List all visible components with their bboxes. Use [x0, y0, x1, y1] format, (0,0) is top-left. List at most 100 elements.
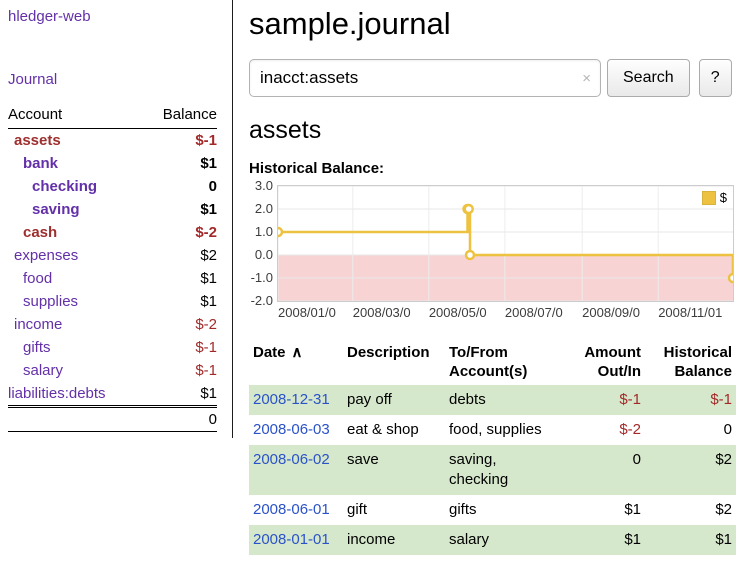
hledger-web-app: hledger-web Journal Account Balance asse…: [0, 0, 742, 555]
account-link[interactable]: income: [8, 316, 62, 333]
y-axis-tick-label: 2.0: [249, 202, 273, 216]
header-accounts: To/From Account(s): [445, 339, 553, 385]
account-row-saving: saving $1: [8, 198, 217, 221]
account-balance: $2: [200, 247, 217, 264]
data-point-marker: [466, 251, 474, 259]
transaction-balance: $2: [645, 495, 736, 525]
account-link[interactable]: supplies: [8, 293, 78, 310]
account-balance: $1: [200, 293, 217, 310]
account-balance: $-1: [195, 362, 217, 379]
transaction-accounts: food, supplies: [445, 415, 553, 445]
accounts-table-header: Account Balance: [8, 104, 217, 129]
transaction-date-link[interactable]: 2008-06-03: [249, 415, 343, 445]
transaction-date-link[interactable]: 2008-06-02: [249, 445, 343, 495]
account-link[interactable]: salary: [8, 362, 63, 379]
account-row-checking: checking 0: [8, 175, 217, 198]
x-axis-tick-label: 2008/03/0: [353, 305, 411, 320]
sort-ascending-icon: ∧: [292, 344, 303, 361]
account-link[interactable]: bank: [8, 155, 58, 172]
data-point-marker: [729, 274, 733, 282]
search-form: × Search ?: [249, 59, 736, 97]
account-link[interactable]: cash: [8, 224, 57, 241]
y-axis-tick-label: -2.0: [249, 294, 273, 308]
transaction-description: eat & shop: [343, 415, 445, 445]
x-axis-tick-label: 2008/09/0: [582, 305, 640, 320]
register-row: 2008-06-01 gift gifts $1 $2: [249, 495, 736, 525]
account-row-expenses: expenses $2: [8, 244, 217, 267]
data-point-marker: [278, 228, 282, 236]
historical-balance-chart: 3.02.01.00.0-1.0-2.0 $ 2008/01/02008/03/…: [249, 185, 736, 323]
header-date[interactable]: Date ∧: [249, 339, 343, 385]
register-header-row: Date ∧ Description To/From Account(s) Amo…: [249, 339, 736, 385]
transaction-balance: $-1: [645, 385, 736, 415]
accounts-total-value: 0: [209, 411, 217, 428]
transaction-balance: $2: [645, 445, 736, 495]
transaction-amount: $-2: [553, 415, 645, 445]
transaction-description: save: [343, 445, 445, 495]
transaction-accounts: saving, checking: [445, 445, 553, 495]
transaction-description: pay off: [343, 385, 445, 415]
search-button[interactable]: Search: [607, 59, 690, 97]
transaction-date-link[interactable]: 2008-12-31: [249, 385, 343, 415]
account-link[interactable]: expenses: [8, 247, 78, 264]
account-link[interactable]: saving: [8, 201, 80, 218]
account-balance: $-2: [195, 316, 217, 333]
account-link[interactable]: liabilities:debts: [8, 385, 106, 402]
y-axis-tick-label: -1.0: [249, 271, 273, 285]
brand-link[interactable]: hledger-web: [8, 8, 217, 25]
page-title: sample.journal: [249, 6, 736, 42]
transaction-amount: $1: [553, 525, 645, 555]
register-row: 2008-12-31 pay off debts $-1 $-1: [249, 385, 736, 415]
nav-journal-link[interactable]: Journal: [8, 71, 217, 88]
account-row-cash: cash $-2: [8, 221, 217, 244]
chart-plot-area: $: [277, 185, 734, 302]
x-axis-tick-label: 2008/01/0: [278, 305, 336, 320]
search-box: ×: [249, 59, 601, 97]
transaction-date-link[interactable]: 2008-01-01: [249, 525, 343, 555]
transaction-amount: 0: [553, 445, 645, 495]
account-link[interactable]: food: [8, 270, 52, 287]
account-balance: $-2: [195, 224, 217, 241]
chart-legend-label: $: [720, 190, 727, 205]
account-link[interactable]: checking: [8, 178, 97, 195]
transaction-amount: $1: [553, 495, 645, 525]
header-description: Description: [343, 339, 445, 385]
account-balance: $-1: [195, 132, 217, 149]
transaction-accounts: gifts: [445, 495, 553, 525]
x-axis-tick-label: 2008/11/01: [658, 305, 722, 320]
help-button[interactable]: ?: [699, 59, 732, 97]
account-balance: $-1: [195, 339, 217, 356]
register-row: 2008-01-01 income salary $1 $1: [249, 525, 736, 555]
account-balance: 0: [209, 178, 217, 195]
accounts-header-balance: Balance: [163, 106, 217, 123]
transaction-date-link[interactable]: 2008-06-01: [249, 495, 343, 525]
y-axis-tick-label: 0.0: [249, 248, 273, 262]
x-axis-tick-label: 2008/07/0: [505, 305, 563, 320]
transaction-description: income: [343, 525, 445, 555]
account-link[interactable]: gifts: [8, 339, 51, 356]
header-date-label: Date: [253, 344, 286, 361]
clear-search-icon[interactable]: ×: [582, 70, 591, 87]
account-balance: $1: [200, 270, 217, 287]
account-link[interactable]: assets: [8, 132, 61, 149]
account-balance: $1: [200, 385, 217, 402]
register-row: 2008-06-03 eat & shop food, supplies $-2…: [249, 415, 736, 445]
register-row: 2008-06-02 save saving, checking 0 $2: [249, 445, 736, 495]
chart-legend: $: [699, 189, 730, 206]
account-balance: $1: [200, 201, 217, 218]
transaction-accounts: salary: [445, 525, 553, 555]
accounts-header-account: Account: [8, 106, 62, 123]
sidebar: hledger-web Journal Account Balance asse…: [0, 0, 233, 438]
y-axis-tick-label: 3.0: [249, 179, 273, 193]
header-balance: Historical Balance: [645, 339, 736, 385]
header-amount: Amount Out/In: [553, 339, 645, 385]
account-row-salary: salary $-1: [8, 359, 217, 382]
x-axis: 2008/01/02008/03/02008/05/02008/07/02008…: [278, 302, 735, 320]
account-row-gifts: gifts $-1: [8, 336, 217, 359]
register-table: Date ∧ Description To/From Account(s) Amo…: [249, 339, 736, 555]
account-heading: assets: [249, 116, 736, 145]
chart-title: Historical Balance:: [249, 160, 736, 177]
account-row-liabilities-debts: liabilities:debts $1: [8, 382, 217, 405]
search-input[interactable]: [249, 59, 601, 97]
transaction-description: gift: [343, 495, 445, 525]
